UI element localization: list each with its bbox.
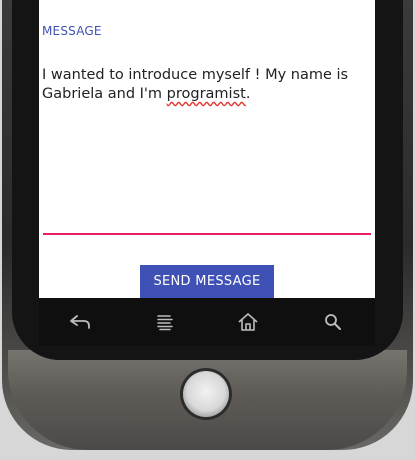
message-field-label: MESSAGE — [42, 24, 102, 38]
search-icon — [325, 314, 341, 330]
menu-button[interactable] — [151, 308, 179, 336]
message-text-end: . — [245, 86, 251, 102]
back-button[interactable] — [66, 308, 94, 336]
phone-frame: MESSAGE I wanted to introduce myself ! M… — [0, 0, 415, 460]
hardware-trackball-button[interactable] — [183, 371, 229, 417]
menu-icon — [157, 315, 173, 331]
android-nav-bar — [39, 298, 375, 346]
app-screen: MESSAGE I wanted to introduce myself ! M… — [39, 0, 375, 298]
search-button[interactable] — [319, 308, 347, 336]
send-message-button[interactable]: SEND MESSAGE — [140, 265, 274, 298]
message-input[interactable]: I wanted to introduce myself ! My name i… — [42, 66, 374, 104]
message-field-underline — [43, 233, 371, 235]
home-button[interactable] — [234, 308, 262, 336]
back-icon — [70, 315, 90, 329]
home-icon — [238, 313, 258, 331]
misspelled-word[interactable]: programist — [167, 86, 246, 102]
